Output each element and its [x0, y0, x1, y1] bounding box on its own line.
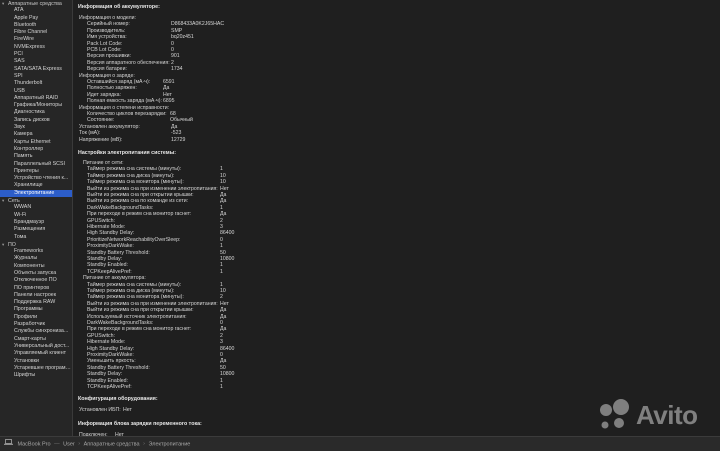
sidebar-item[interactable]: Компоненты — [0, 263, 72, 270]
sidebar-item[interactable]: Устройство чтения к... — [0, 175, 72, 182]
sidebar-item[interactable]: Камера — [0, 131, 72, 138]
sidebar-item[interactable]: Звук — [0, 124, 72, 131]
sidebar-item[interactable]: PCI — [0, 51, 72, 58]
path-separator-dash: — — [54, 441, 60, 448]
sidebar-item[interactable]: SPI — [0, 73, 72, 80]
sidebar-group[interactable]: ▾ Аппаратные средства — [0, 0, 72, 7]
laptop-icon — [4, 437, 13, 451]
info-key: Установлен ИБП: — [79, 407, 121, 414]
sidebar-item[interactable]: Память — [0, 153, 72, 160]
path-arrow-2: › — [143, 441, 145, 448]
info-row: TCPKeepAlivePref: 1 — [73, 384, 473, 390]
sidebar-item[interactable]: FireWire — [0, 36, 72, 43]
sidebar-item[interactable]: Брандмауэр — [0, 219, 72, 226]
section-title-ac-charger: Информация блока зарядки переменного ток… — [78, 420, 202, 427]
info-key: Напряжение (мВ): — [79, 136, 123, 143]
avito-logo-icon — [600, 399, 629, 429]
sidebar-item[interactable]: Диагностика — [0, 109, 72, 116]
path-arrow-1: › — [78, 441, 81, 448]
sidebar-item[interactable]: Контроллер — [0, 146, 72, 153]
sidebar-item[interactable]: NVMExpress — [0, 44, 72, 51]
sidebar-group[interactable]: ▾ ПО — [0, 241, 72, 248]
sidebar-item[interactable]: Bluetooth — [0, 22, 72, 29]
info-value: 1 — [220, 384, 223, 390]
info-value: 12729 — [171, 136, 186, 143]
sidebar-item[interactable]: Смарт-карты — [0, 336, 72, 343]
sidebar-group-label: Аппаратные средства — [8, 1, 62, 7]
sidebar-item[interactable]: Графика/Мониторы — [0, 102, 72, 109]
info-value: Нет — [123, 407, 132, 414]
sidebar-item[interactable]: WWAN — [0, 204, 72, 211]
sidebar-item[interactable]: Карты Ethernet — [0, 139, 72, 146]
sidebar-item[interactable]: Шрифты — [0, 372, 72, 379]
content-pane: Информация об аккумуляторе: Информация о … — [73, 0, 720, 436]
status-bar: MacBook Pro — User › Аппаратные средства… — [0, 436, 720, 451]
sidebar-item[interactable]: USB — [0, 88, 72, 95]
sidebar-item[interactable]: Универсальный дост... — [0, 343, 72, 350]
sidebar-item[interactable]: Поддержка RAW — [0, 299, 72, 306]
sidebar-group-label: ПО — [8, 241, 16, 248]
sidebar-item[interactable]: Размещения — [0, 226, 72, 233]
sidebar-item[interactable]: Frameworks — [0, 248, 72, 255]
sidebar-group-label: Сеть — [8, 198, 20, 205]
sidebar-item[interactable]: Программы — [0, 306, 72, 313]
sidebar-item[interactable]: Службы синхрониза... — [0, 328, 72, 335]
section-title-power: Настройки электропитания системы: — [78, 150, 177, 156]
path-user[interactable]: User — [63, 441, 75, 447]
sidebar-group[interactable]: ▾ Сеть — [0, 197, 72, 204]
sidebar-item[interactable]: ПО принтеров — [0, 285, 72, 292]
avito-watermark: Avito — [596, 395, 708, 435]
sidebar-item[interactable]: Объекты запуска — [0, 270, 72, 277]
sidebar-item[interactable]: Принтеры — [0, 168, 72, 175]
sidebar-item[interactable]: Fibre Channel — [0, 29, 72, 36]
sidebar-item[interactable]: Управляемый клиент — [0, 350, 72, 357]
sidebar-item[interactable]: Профили — [0, 314, 72, 321]
sidebar-item[interactable]: SAS — [0, 58, 72, 65]
sidebar-item[interactable]: Журналы — [0, 255, 72, 262]
sidebar-item[interactable]: Wi-Fi — [0, 212, 72, 219]
path-power[interactable]: Электропитание — [148, 441, 190, 447]
section-title-battery: Информация об аккумуляторе: — [78, 4, 160, 10]
sidebar-item[interactable]: Устаревшее программ... — [0, 365, 72, 372]
sidebar-item[interactable]: Хранилище — [0, 182, 72, 189]
info-row: Напряжение (мВ): 12729 — [73, 137, 473, 143]
sidebar-item[interactable]: Запись дисков — [0, 117, 72, 124]
sidebar-item[interactable]: Apple Pay — [0, 15, 72, 22]
sidebar: ▾ Аппаратные средства ATA Apple Pay Bluetoot… — [0, 0, 73, 436]
sidebar-item[interactable]: Thunderbolt — [0, 80, 72, 87]
sidebar-item[interactable]: Панели настроек — [0, 292, 72, 299]
sidebar-item[interactable]: Аппаратный RAID — [0, 95, 72, 102]
info-row: Установлен ИБП: Нет — [73, 407, 473, 413]
sidebar-item[interactable]: Электропитание — [0, 189, 72, 198]
sidebar-item[interactable]: ATA — [0, 7, 72, 14]
sidebar-item[interactable]: Разработчик — [0, 321, 72, 328]
avito-logo-text: Avito — [636, 400, 698, 430]
sidebar-item[interactable]: SATA/SATA Express — [0, 66, 72, 73]
info-key: TCPKeepAlivePref: — [87, 384, 132, 390]
sidebar-item[interactable]: Отключенное ПО — [0, 277, 72, 284]
path-computer[interactable]: MacBook Pro — [18, 441, 51, 447]
sidebar-item[interactable]: Параллельный SCSI — [0, 161, 72, 168]
section-title-hardware: Конфигурация оборудования: — [78, 396, 158, 403]
sidebar-item[interactable]: Установки — [0, 358, 72, 365]
path-hardware[interactable]: Аппаратные средства — [84, 441, 140, 447]
sidebar-item[interactable]: Тома — [0, 234, 72, 241]
